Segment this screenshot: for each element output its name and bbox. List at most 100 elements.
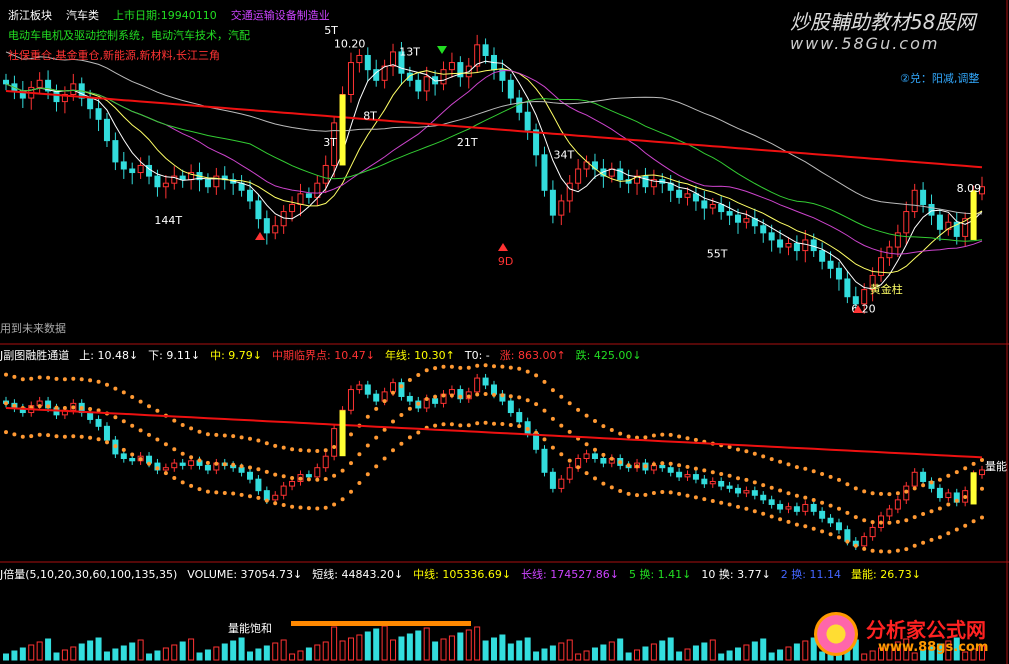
candle-body <box>120 161 127 170</box>
channel-candle-body <box>272 494 279 501</box>
channel-band-dot <box>912 486 917 491</box>
volume-bar <box>171 644 178 661</box>
channel-band-dot <box>559 452 564 457</box>
channel-band-dot <box>475 392 480 397</box>
volume-bar <box>53 652 60 661</box>
channel-band-dot <box>163 471 168 476</box>
channel-candle-body <box>793 506 800 512</box>
channel-band-dot <box>365 443 370 448</box>
volume-bar <box>70 646 77 661</box>
candle-body <box>709 203 716 209</box>
channel-candle-body <box>541 448 548 473</box>
channel-band-dot <box>500 364 505 369</box>
channel-candle-body <box>844 529 851 542</box>
channel-candle-body <box>204 464 211 471</box>
candle-body <box>533 129 540 156</box>
channel-band-dot <box>79 406 84 410</box>
channel-band-dot <box>862 518 867 523</box>
channel-band-dot <box>155 408 160 413</box>
channel-band-dot <box>837 506 841 511</box>
channel-band-dot <box>668 461 673 466</box>
channel-band-dot <box>172 418 177 423</box>
channel-band-dot <box>517 395 522 400</box>
channel-band-dot <box>895 519 900 524</box>
volume-bar <box>230 640 237 661</box>
channel-band-dot <box>744 506 749 511</box>
channel-band-dot <box>643 464 648 469</box>
channel-band-dot <box>895 548 900 553</box>
channel-band-dot <box>449 364 454 369</box>
channel-band-dot <box>349 489 353 494</box>
candle-body <box>777 239 784 248</box>
channel-candle-body <box>247 471 253 480</box>
channel-band-dot <box>189 455 194 460</box>
ma-long-line <box>5 90 983 169</box>
candle-body <box>507 79 514 99</box>
volume-bar <box>347 637 354 661</box>
volume-bar <box>61 649 68 661</box>
hdr2-item: J副图融胜通道 <box>0 349 70 362</box>
volume-bar <box>45 638 52 661</box>
channel-band-dot <box>752 480 757 485</box>
channel-band-dot <box>147 461 151 466</box>
volume-bar <box>869 650 876 661</box>
channel-band-dot <box>113 444 118 449</box>
channel-band-dot <box>340 468 345 473</box>
channel-band-dot <box>12 374 17 379</box>
channel-band-dot <box>365 414 370 419</box>
candle-body <box>53 90 60 103</box>
channel-candle-body <box>726 485 733 489</box>
channel-band-dot <box>517 424 522 429</box>
channel-label: 量能 <box>985 459 1007 473</box>
channel-candle-body <box>162 467 169 471</box>
channel-band-dot <box>828 532 833 537</box>
channel-band-dot <box>374 464 379 469</box>
channel-band-dot <box>79 434 84 439</box>
channel-band-dot <box>349 432 353 437</box>
channel-band-dot <box>248 436 252 441</box>
channel-band-dot <box>601 452 606 457</box>
channel-band-dot <box>256 438 261 443</box>
channel-band-dot <box>677 434 682 439</box>
hdr3-item: 10 换: 3.77↓ <box>701 568 771 581</box>
channel-band-dot <box>416 401 421 406</box>
channel-candle-body <box>886 508 893 517</box>
channel-band-dot <box>946 473 951 478</box>
candle-body <box>684 193 691 198</box>
channel-band-dot <box>879 491 883 496</box>
channel-band-dot <box>121 447 126 452</box>
volume-bar <box>314 644 321 661</box>
ma20-line <box>5 70 983 255</box>
volume-bar <box>36 641 43 661</box>
candle-body <box>701 200 708 209</box>
channel-band-dot <box>323 505 328 510</box>
channel-band-dot <box>290 476 295 480</box>
channel-candle-body <box>676 471 683 478</box>
volume-bar <box>634 649 641 661</box>
channel-band-dot <box>677 463 682 468</box>
channel-band-dot <box>4 372 8 377</box>
channel-band-dot <box>525 369 530 374</box>
channel-band-dot <box>172 447 177 452</box>
volume-bar <box>583 650 590 661</box>
channel-band-dot <box>769 457 774 462</box>
channel-band-dot <box>921 483 926 488</box>
channel-band-dot <box>433 423 438 428</box>
candle-body <box>162 182 169 188</box>
channel-band-dot <box>424 368 429 373</box>
volume-bar <box>777 649 784 661</box>
channel-band-dot <box>794 522 799 527</box>
channel-candle-body <box>179 462 186 466</box>
channel-band-dot <box>433 366 438 371</box>
channel-band-dot <box>391 390 395 395</box>
candle-body <box>793 243 800 252</box>
channel-band-dot <box>239 435 244 440</box>
candle-body <box>356 54 363 64</box>
volume-bar <box>11 650 18 661</box>
channel-band-dot <box>46 433 51 438</box>
channel-band-dot <box>374 406 379 411</box>
channel-band-dot <box>904 518 909 523</box>
candle-body <box>137 164 144 174</box>
candle-body <box>768 232 775 241</box>
channel-band-dot <box>214 490 219 495</box>
